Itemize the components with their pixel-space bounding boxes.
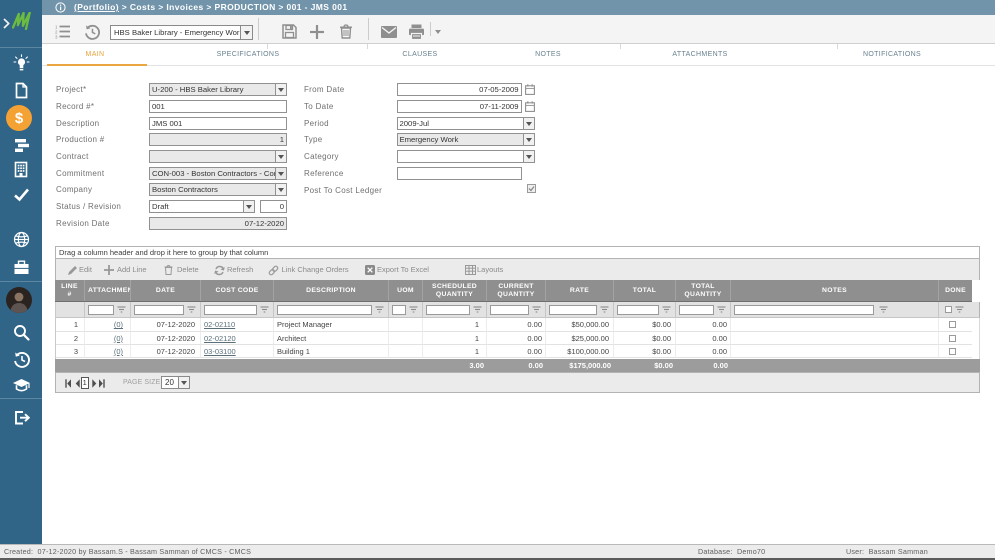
svg-text:3: 3 xyxy=(55,34,58,39)
